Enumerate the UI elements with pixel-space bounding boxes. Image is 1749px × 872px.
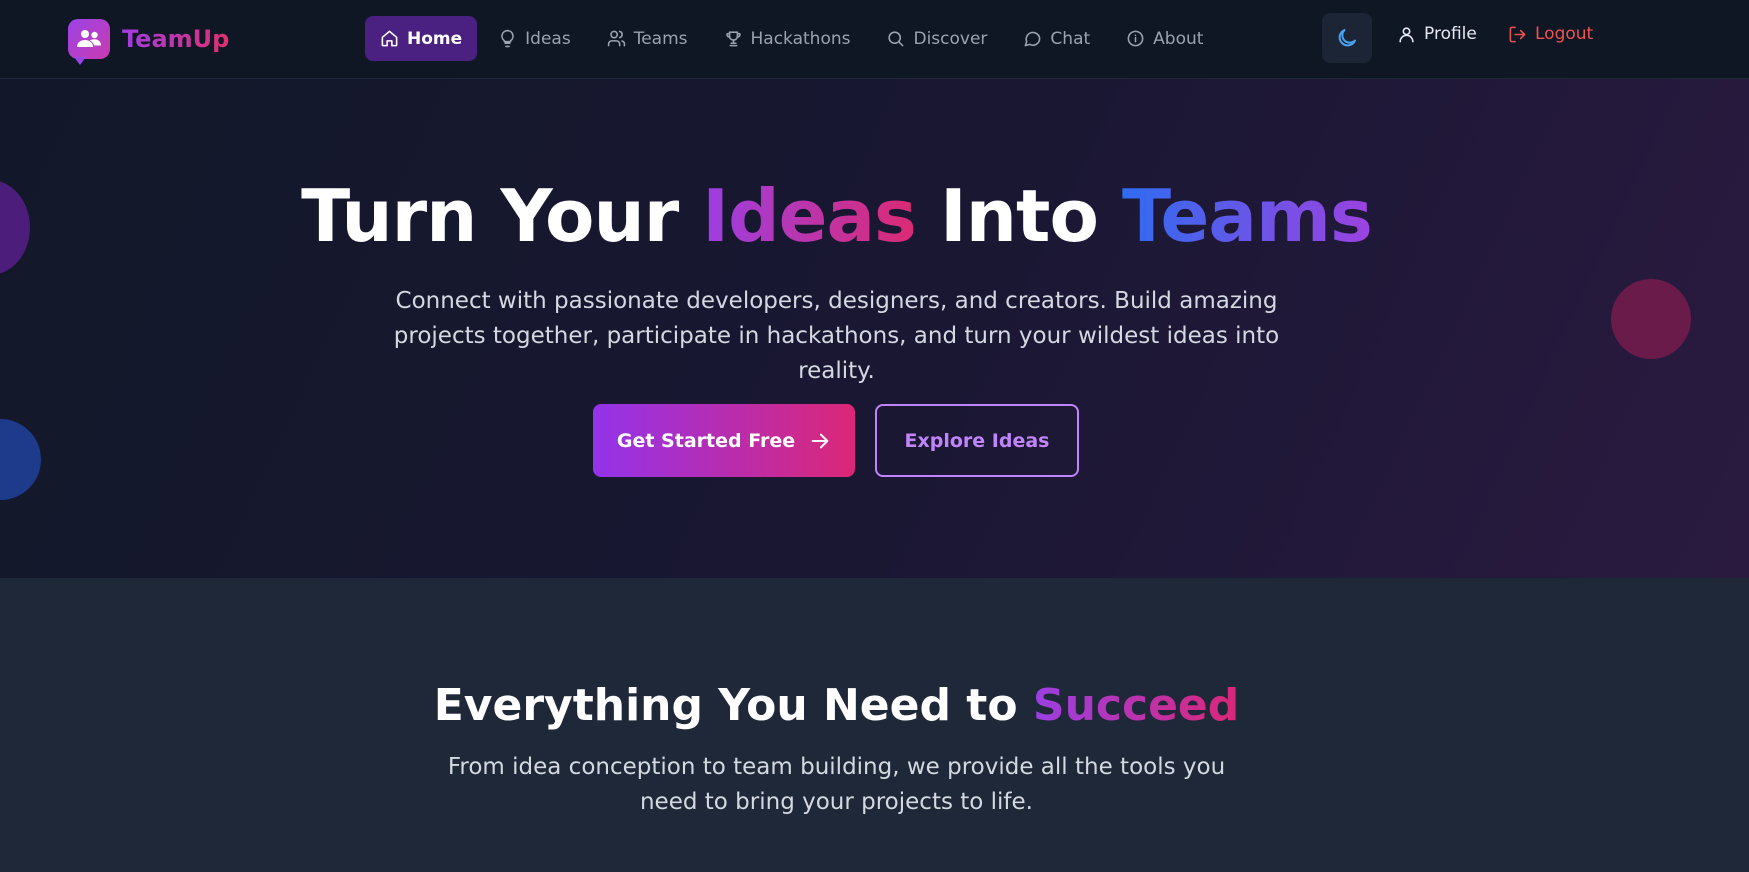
logout-label: Logout [1535,24,1594,44]
hero-title-highlight-teams: Teams [1121,174,1373,258]
nav-item-label: About [1153,28,1204,49]
nav-item-ideas[interactable]: Ideas [483,16,586,61]
features-section: Everything You Need to Succeed From idea… [0,578,1749,872]
arrow-right-icon [811,433,829,448]
hero-title: Turn Your Ideas Into Teams [0,174,1673,258]
profile-label: Profile [1424,24,1477,44]
nav-item-about[interactable]: About [1111,16,1218,61]
lightbulb-icon [501,29,514,48]
decorative-circle [0,419,41,500]
features-title: Everything You Need to Succeed [0,680,1673,731]
get-started-label: Get Started Free [616,429,796,452]
hero-title-text: Turn Your [301,174,703,258]
trophy-icon [725,31,741,47]
top-navbar: TeamUp Home Ideas Teams Hackathons Disco… [0,0,1749,79]
nav-item-teams[interactable]: Teams [592,16,703,61]
moon-icon [1338,29,1356,47]
hero-subtitle: Connect with passionate developers, desi… [393,288,1280,384]
logout-icon [1509,26,1526,42]
hero-title-text: Into [915,174,1122,258]
hero-section: Turn Your Ideas Into Teams Connect with … [0,79,1749,578]
nav-item-home[interactable]: Home [365,16,478,61]
nav-item-label: Teams [633,28,688,49]
chat-bubble-icon [1025,31,1041,47]
profile-link[interactable]: Profile [1397,24,1477,44]
features-title-text: Everything You Need to [433,680,1033,731]
nav-item-chat[interactable]: Chat [1008,16,1105,61]
users-icon [607,30,625,47]
info-icon [1127,30,1144,47]
explore-ideas-button[interactable]: Explore Ideas [875,404,1079,477]
get-started-button[interactable]: Get Started Free [593,404,855,477]
features-title-highlight: Succeed [1032,680,1240,731]
nav-item-label: Hackathons [750,28,851,49]
nav-item-hackathons[interactable]: Hackathons [709,16,866,61]
brand-name: TeamUp [122,25,230,53]
hero-title-highlight-ideas: Ideas [702,174,917,258]
nav-item-label: Chat [1050,28,1091,49]
user-icon [1399,26,1414,42]
explore-ideas-label: Explore Ideas [904,429,1050,452]
main-nav: Home Ideas Teams Hackathons Discover Cha… [365,16,1218,61]
nav-item-label: Discover [913,28,988,49]
nav-item-label: Home [407,28,463,49]
home-icon [381,30,398,47]
brand-logo[interactable]: TeamUp [68,19,230,65]
logout-link[interactable]: Logout [1508,24,1593,44]
team-chat-logo-icon [68,19,110,65]
features-subtitle: From idea conception to team building, w… [447,754,1226,815]
theme-toggle-button[interactable] [1322,13,1372,63]
nav-item-discover[interactable]: Discover [871,16,1002,61]
search-icon [888,31,904,47]
nav-item-label: Ideas [525,28,571,49]
decorative-circle [1611,279,1691,359]
